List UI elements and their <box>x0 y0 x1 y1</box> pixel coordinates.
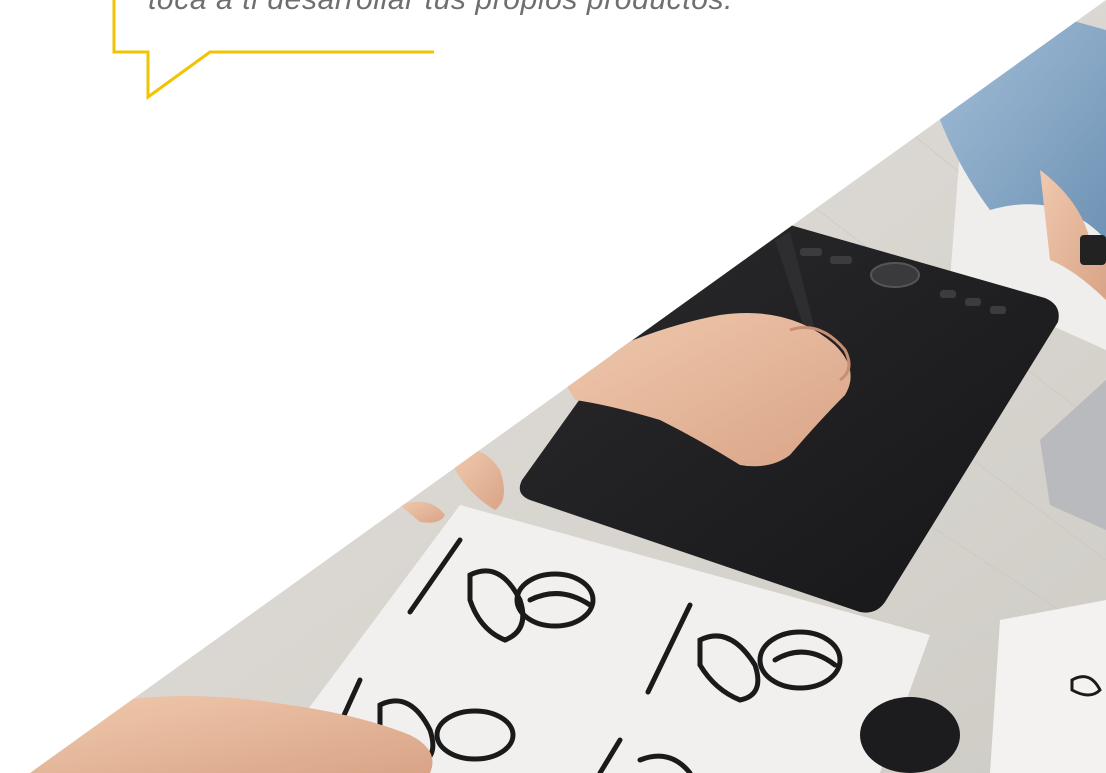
hero-photo <box>30 0 1106 773</box>
brochure-page: toca a ti desarrollar tus propios produc… <box>0 0 1106 773</box>
